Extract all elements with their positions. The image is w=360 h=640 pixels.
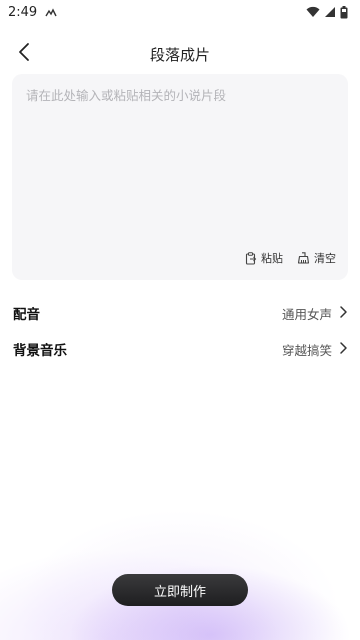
chevron-right-icon [338,304,348,323]
music-setting-row[interactable]: 背景音乐 穿越搞笑 [0,331,360,367]
broom-icon [297,252,310,264]
editor-actions: 粘贴 清空 [245,250,336,266]
voice-setting-row[interactable]: 配音 通用女声 [0,295,360,331]
paste-label: 粘贴 [261,252,283,265]
voice-value-wrap: 通用女声 [282,304,348,323]
bottom-glow [0,460,360,640]
clear-button[interactable]: 清空 [297,250,336,266]
paste-icon [245,251,257,265]
make-now-button[interactable]: 立即制作 [112,574,248,606]
voice-label: 配音 [13,307,40,323]
status-left: 2:49 [8,3,57,22]
clear-label: 清空 [314,252,336,265]
editor-card: 粘贴 清空 [12,74,348,280]
notification-icon [45,3,57,22]
back-button[interactable] [8,38,40,70]
status-bar: 2:49 [0,0,360,24]
music-value: 穿越搞笑 [281,342,332,358]
novel-text-input[interactable] [26,86,334,236]
battery-icon [340,5,348,19]
music-value-wrap: 穿越搞笑 [282,340,348,359]
chevron-left-icon [18,42,30,66]
status-right [306,5,348,19]
status-time: 2:49 [8,4,38,20]
signal-icon [324,6,336,18]
header: 段落成片 [0,32,360,76]
page-title: 段落成片 [149,45,210,64]
music-label: 背景音乐 [13,343,67,359]
wifi-icon [306,6,320,18]
voice-value: 通用女声 [281,306,332,322]
paste-button[interactable]: 粘贴 [245,250,283,266]
chevron-right-icon [338,340,348,359]
